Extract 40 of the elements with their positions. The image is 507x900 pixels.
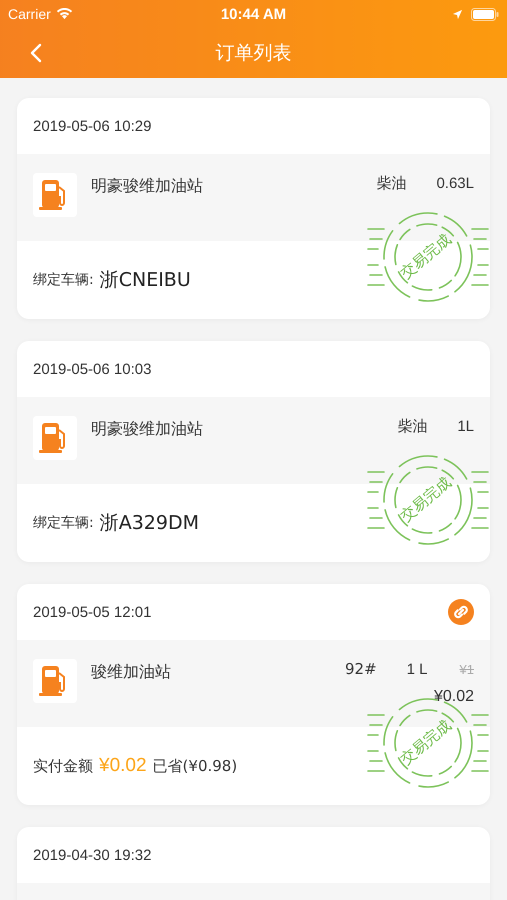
order-date: 2019-05-06 10:03 [33, 360, 152, 378]
paid-label: 实付金额 [33, 756, 93, 776]
fuel-type: 柴油 [376, 174, 406, 193]
order-card[interactable]: 2019-05-06 10:03 明豪骏维加油站 柴油 1L 绑定车辆: 浙A329DM 交易完成 [17, 341, 490, 562]
fuel-pump-icon [33, 416, 77, 460]
vehicle-label: 绑定车辆: [33, 271, 94, 289]
fuel-pump-icon [33, 659, 77, 703]
fuel-pump-icon [33, 173, 77, 217]
order-card[interactable]: 2019-04-30 19:32 [17, 827, 490, 900]
saved-amount: 已省(¥0.98) [152, 756, 238, 776]
vehicle-label: 绑定车辆: [33, 514, 94, 532]
order-card[interactable]: 2019-05-06 10:29 明豪骏维加油站 柴油 0.63L 绑定车辆: 浙CNEIBU 交易完成 [17, 98, 490, 319]
order-date: 2019-04-30 19:32 [33, 846, 152, 864]
battery-icon [471, 8, 499, 20]
stamp-text: 交易完成 [396, 472, 456, 526]
order-card[interactable]: 2019-05-05 12:01 骏维加油站 92# 1 L ¥1 ¥0.02 实付金额 ¥0.02 已省(¥0.98) 交易完成 [17, 584, 490, 805]
license-plate: 浙CNEIBU [100, 268, 191, 293]
back-icon[interactable] [30, 43, 42, 63]
status-time: 10:44 AM [220, 6, 288, 22]
fuel-quantity: 0.63L [436, 175, 474, 192]
discount-price: ¥0.02 [434, 688, 474, 706]
station-name: 明豪骏维加油站 [91, 176, 203, 197]
order-date: 2019-05-06 10:29 [33, 118, 152, 134]
fuel-quantity: 1 L [406, 661, 428, 678]
link-icon[interactable] [448, 599, 474, 625]
stamp-text: 交易完成 [396, 230, 456, 284]
carrier-label: Carrier [8, 6, 51, 22]
original-price: ¥1 [460, 662, 474, 677]
page-title: 订单列表 [216, 41, 292, 66]
fuel-type: 柴油 [397, 417, 428, 436]
paid-amount: ¥0.02 [99, 755, 147, 777]
fuel-quantity: 1L [457, 418, 474, 435]
stamp-text: 交易完成 [396, 716, 456, 770]
wifi-icon [56, 8, 73, 20]
license-plate: 浙A329DM [100, 511, 200, 536]
station-name: 骏维加油站 [91, 662, 171, 683]
station-name: 明豪骏维加油站 [91, 419, 203, 440]
location-arrow-icon [452, 8, 463, 20]
order-date: 2019-05-05 12:01 [33, 604, 152, 620]
fuel-type: 92# [345, 660, 377, 678]
